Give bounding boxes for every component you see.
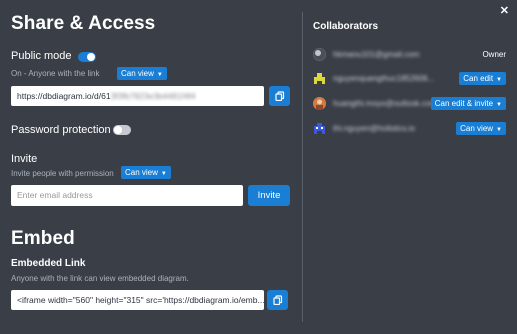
collaborator-email: hkmanu101@gmail.com (333, 50, 420, 59)
collaborators-title: Collaborators (313, 21, 379, 32)
public-permission-dropdown[interactable]: Can view ▼ (117, 67, 167, 80)
collaborator-row: huangthi.moyo@outlook.com Can edit & inv… (313, 97, 513, 111)
share-panel: Share & Access Public mode On - Anyone w… (11, 0, 291, 334)
collaborator-permission-dropdown[interactable]: Can view ▼ (456, 122, 506, 135)
avatar (313, 72, 326, 85)
share-link-field[interactable]: https://dbdiagram.io/d/613f3fb7823e3b448… (11, 86, 264, 106)
embed-title: Embed (11, 228, 75, 249)
share-link-hidden: 3f3fb7823e3b4481f4f4 (110, 91, 196, 101)
invite-button[interactable]: Invite (248, 185, 290, 206)
avatar (313, 122, 326, 135)
share-link-text: https://dbdiagram.io/d/61 (17, 91, 111, 101)
collaborator-permission-dropdown[interactable]: Can edit ▼ (459, 72, 506, 85)
collaborator-row: thi.nguyen@holistics.io Can view ▼ (313, 122, 513, 136)
copy-icon (272, 295, 282, 305)
embed-link-desc: Anyone with the link can view embedded d… (11, 274, 189, 283)
embed-code-text: <iframe width="560" height="315" src='ht… (17, 295, 264, 305)
public-mode-desc: On - Anyone with the link (11, 69, 100, 78)
email-placeholder: Enter email address (17, 190, 93, 200)
chevron-down-icon: ▼ (160, 171, 167, 177)
embed-code-field[interactable]: <iframe width="560" height="315" src='ht… (11, 290, 264, 310)
chevron-down-icon: ▼ (496, 127, 502, 133)
invite-permission-dropdown[interactable]: Can view ▼ (121, 166, 171, 179)
public-permission-label: Can view (121, 69, 154, 78)
public-mode-toggle[interactable] (78, 52, 96, 62)
owner-badge: Owner (482, 50, 506, 59)
collaborator-permission-label: Can view (460, 124, 494, 133)
copy-link-button[interactable] (269, 86, 290, 106)
chevron-down-icon: ▼ (496, 102, 502, 108)
collaborator-permission-label: Can edit (463, 74, 494, 83)
invite-permission-label: Can view (125, 168, 158, 177)
share-title: Share & Access (11, 13, 156, 34)
collaborator-email: nguyenquangthuc1852606... (333, 74, 435, 83)
collaborator-row: nguyenquangthuc1852606... Can edit ▼ (313, 72, 513, 86)
avatar (313, 48, 326, 61)
embed-link-label: Embedded Link (11, 258, 86, 269)
invite-label: Invite (11, 153, 38, 165)
collaborator-permission-label: Can edit & invite (434, 99, 494, 108)
collaborator-email: huangthi.moyo@outlook.com (333, 99, 437, 108)
collaborator-permission-dropdown[interactable]: Can edit & invite ▼ (430, 97, 506, 110)
copy-embed-button[interactable] (267, 290, 288, 310)
copy-icon (274, 91, 284, 101)
chevron-down-icon: ▼ (496, 77, 502, 83)
avatar (313, 97, 326, 110)
collaborator-row: hkmanu101@gmail.com Owner (313, 48, 513, 62)
email-input[interactable]: Enter email address (11, 185, 243, 206)
collaborators-panel: Collaborators hkmanu101@gmail.com Owner … (302, 12, 517, 322)
password-label: Password protection (11, 124, 111, 136)
password-toggle[interactable] (113, 125, 131, 135)
collaborator-email: thi.nguyen@holistics.io (333, 124, 415, 133)
invite-desc: Invite people with permission (11, 169, 114, 178)
public-mode-label: Public mode (11, 50, 72, 62)
chevron-down-icon: ▼ (156, 72, 163, 78)
